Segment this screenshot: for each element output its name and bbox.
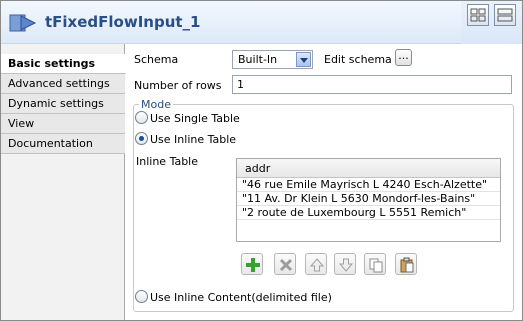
inline-content-label[interactable]: Use Inline Content(delimited file) [150,291,332,304]
inline-content-radio[interactable] [135,290,148,303]
table-row[interactable]: "11 Av. Dr Klein L 5630 Mondorf-les-Bain… [237,192,500,206]
table-row[interactable]: "46 rue Emile Mayrisch L 4240 Esch-Alzet… [237,178,500,192]
paste-button[interactable] [395,253,417,275]
schema-label: Schema [134,53,179,66]
move-down-button[interactable] [334,253,356,275]
remove-row-button[interactable] [274,253,296,275]
add-row-button[interactable] [241,253,263,275]
column-header-addr[interactable]: addr [237,159,500,178]
move-down-icon [338,258,354,272]
settings-tabs: Basic settings Advanced settings Dynamic… [1,44,126,320]
copy-button[interactable] [364,253,386,275]
tab-advanced-settings[interactable]: Advanced settings [1,74,125,94]
paste-icon [400,257,414,273]
title-area: tFixedFlowInput_1 [1,1,461,44]
basic-settings-panel: Schema Built-In Edit schema ... Number o… [126,44,522,320]
schema-select[interactable]: Built-In [232,50,313,69]
table-row[interactable]: "2 route de Luxembourg L 5551 Remich" [237,206,500,220]
tab-view[interactable]: View [1,114,125,134]
component-arrow-icon [9,14,37,32]
tab-basic-settings[interactable]: Basic settings [1,54,126,74]
remove-icon [279,258,293,272]
schema-select-value: Built-In [238,53,278,66]
inline-table-radio[interactable] [135,132,148,145]
tab-documentation[interactable]: Documentation [1,134,125,154]
inline-table-label: Inline Table [136,155,199,168]
single-table-label[interactable]: Use Single Table [150,112,240,125]
inline-table[interactable]: addr "46 rue Emile Mayrisch L 4240 Esch-… [236,158,501,242]
edit-schema-label: Edit schema [324,53,392,66]
inline-table-option-label[interactable]: Use Inline Table [150,133,236,146]
rows-label: Number of rows [134,79,222,92]
layout-list-button[interactable] [494,4,516,26]
move-up-icon [309,258,325,272]
page-title: tFixedFlowInput_1 [45,13,201,31]
layout-grid-button[interactable] [467,4,489,26]
chevron-down-icon[interactable] [296,52,311,67]
add-icon [246,258,260,272]
copy-icon [369,258,383,273]
tab-dynamic-settings[interactable]: Dynamic settings [1,94,125,114]
move-up-button[interactable] [305,253,327,275]
mode-legend: Mode [139,98,173,111]
edit-schema-button[interactable]: ... [395,49,412,66]
number-of-rows-input[interactable]: 1 [232,75,512,94]
single-table-radio[interactable] [135,111,148,124]
